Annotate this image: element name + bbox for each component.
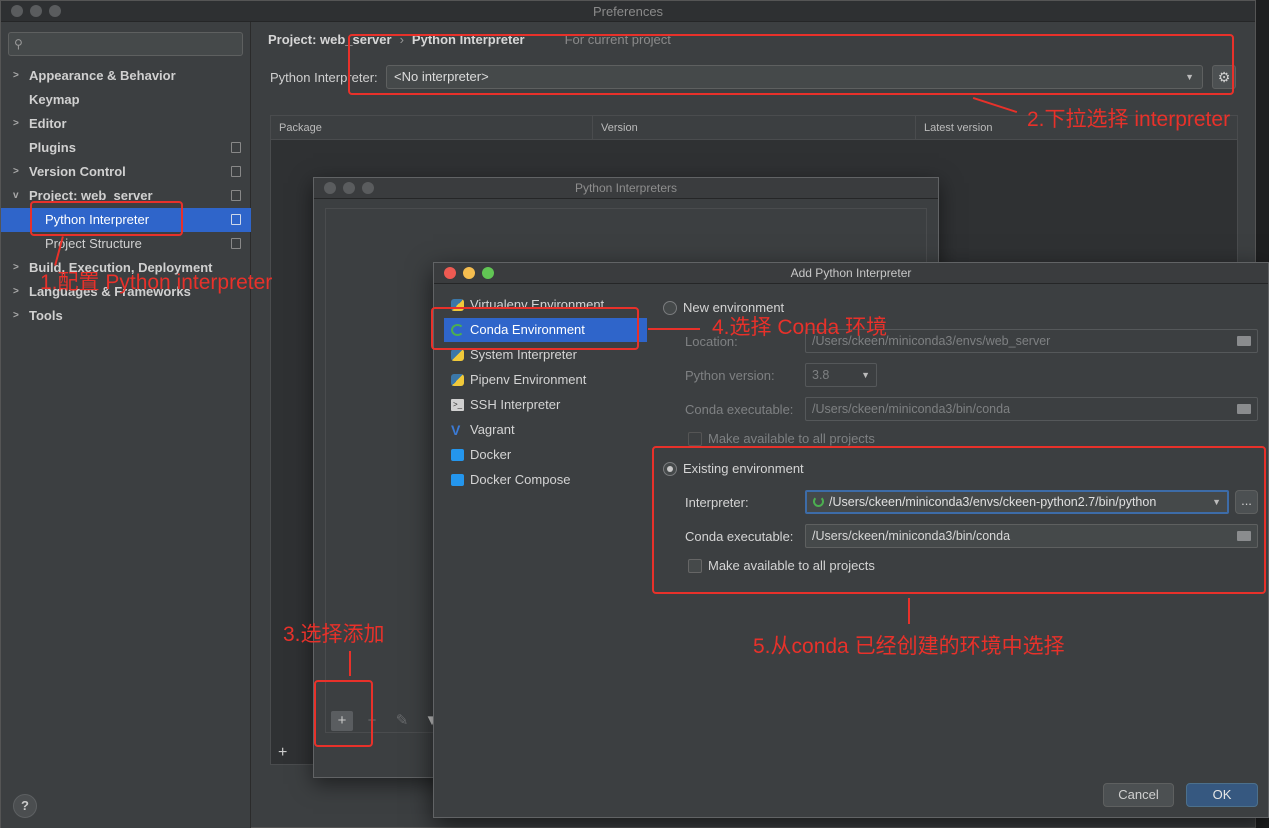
folder-icon[interactable] — [1237, 404, 1251, 414]
new-conda-exec-field[interactable]: /Users/ckeen/miniconda3/bin/conda — [805, 397, 1258, 421]
docker-icon — [451, 449, 464, 461]
annotation-arrow-step5 — [908, 598, 910, 624]
env-item-ssh[interactable]: >_ SSH Interpreter — [444, 393, 647, 417]
sidebar-item-version-control[interactable]: > Version Control — [1, 160, 251, 184]
folder-icon[interactable] — [1237, 336, 1251, 346]
project-scope-icon — [231, 142, 241, 153]
sidebar-item-label: Version Control — [29, 164, 126, 179]
python-version-value: 3.8 — [812, 368, 830, 382]
annotation-step5: 5.从conda 已经创建的环境中选择 — [753, 635, 1065, 658]
ok-button[interactable]: OK — [1186, 783, 1258, 807]
ssh-icon: >_ — [451, 399, 464, 411]
env-item-docker-compose[interactable]: Docker Compose — [444, 468, 647, 492]
close-window-button[interactable] — [11, 5, 23, 17]
docker-icon — [451, 474, 464, 486]
sidebar-item-tools[interactable]: > Tools — [1, 304, 251, 328]
annotation-arrow-step4 — [648, 328, 700, 330]
python-icon — [451, 374, 464, 386]
env-item-docker[interactable]: Docker — [444, 443, 647, 467]
new-conda-exec-label: Conda executable: — [685, 402, 794, 417]
new-make-available-checkbox[interactable] — [688, 432, 702, 446]
close-window-button[interactable] — [324, 182, 336, 194]
dialog-title: Add Python Interpreter — [790, 266, 912, 280]
env-item-label: Docker — [470, 447, 512, 462]
annotation-step2: 2.下拉选择 interpreter — [1027, 108, 1231, 131]
column-header-latest-version[interactable]: Latest version — [924, 122, 992, 134]
env-item-vagrant[interactable]: V Vagrant — [444, 418, 647, 442]
python-version-label: Python version: — [685, 368, 775, 383]
sidebar-item-label: Tools — [29, 308, 63, 323]
python-version-select[interactable]: 3.8 ▼ — [805, 363, 877, 387]
chevron-right-icon: > — [13, 310, 19, 321]
project-scope-icon — [231, 238, 241, 249]
project-scope-icon — [231, 190, 241, 201]
minimize-window-button[interactable] — [343, 182, 355, 194]
project-scope-icon — [231, 214, 241, 225]
new-conda-exec-value: /Users/ckeen/miniconda3/bin/conda — [812, 402, 1011, 416]
env-item-label: SSH Interpreter — [470, 397, 561, 412]
new-make-available-label: Make available to all projects — [708, 431, 875, 446]
env-item-label: Pipenv Environment — [470, 372, 587, 387]
env-item-pipenv[interactable]: Pipenv Environment — [444, 368, 647, 392]
chevron-right-icon: > — [13, 118, 19, 129]
edit-pencil-icon[interactable]: ✎ — [391, 711, 413, 731]
column-header-version[interactable]: Version — [601, 122, 638, 134]
sidebar-item-label: Plugins — [29, 140, 76, 155]
dialog-title: Python Interpreters — [574, 181, 678, 195]
window-controls — [444, 267, 494, 279]
annotation-box-step5 — [652, 446, 1266, 594]
annotation-step4: 4.选择 Conda 环境 — [712, 316, 888, 339]
annotation-box-step2 — [348, 34, 1234, 95]
sidebar-item-keymap[interactable]: Keymap — [1, 88, 251, 112]
dialog-titlebar: Add Python Interpreter — [434, 263, 1268, 284]
chevron-right-icon: > — [13, 70, 19, 81]
sidebar-item-editor[interactable]: > Editor — [1, 112, 251, 136]
env-item-label: Vagrant — [470, 422, 515, 437]
window-controls — [11, 5, 61, 17]
sidebar-item-appearance[interactable]: > Appearance & Behavior — [1, 64, 251, 88]
help-button[interactable]: ? — [13, 794, 37, 818]
window-controls — [324, 182, 374, 194]
new-environment-radio[interactable] — [663, 301, 677, 315]
annotation-box-step1 — [30, 201, 183, 236]
zoom-window-button[interactable] — [362, 182, 374, 194]
settings-sidebar: ⚲ > Appearance & Behavior Keymap > Edito… — [1, 22, 251, 828]
chevron-right-icon: > — [13, 286, 19, 297]
chevron-down-icon: ▼ — [861, 370, 870, 380]
sidebar-item-label: Keymap — [29, 92, 80, 107]
search-icon: ⚲ — [14, 37, 23, 51]
add-package-button[interactable]: + — [278, 744, 287, 762]
sidebar-item-label: Appearance & Behavior — [29, 68, 176, 83]
minimize-window-button[interactable] — [463, 267, 475, 279]
dialog-titlebar: Python Interpreters — [314, 178, 938, 199]
settings-search-input[interactable]: ⚲ — [8, 32, 243, 56]
vagrant-icon: V — [451, 422, 461, 438]
annotation-box-step3 — [314, 680, 373, 747]
chevron-right-icon: > — [13, 262, 19, 273]
zoom-window-button[interactable] — [482, 267, 494, 279]
chevron-right-icon: > — [13, 166, 19, 177]
annotation-arrow-step3 — [349, 651, 351, 676]
sidebar-item-label: Editor — [29, 116, 67, 131]
project-scope-icon — [231, 166, 241, 177]
annotation-step3: 3.选择添加 — [283, 623, 385, 646]
window-titlebar: Preferences — [1, 1, 1255, 22]
annotation-box-step4 — [431, 307, 639, 350]
zoom-window-button[interactable] — [49, 5, 61, 17]
env-item-label: Docker Compose — [470, 472, 571, 487]
minimize-window-button[interactable] — [30, 5, 42, 17]
sidebar-item-plugins[interactable]: Plugins — [1, 136, 251, 160]
close-window-button[interactable] — [444, 267, 456, 279]
column-divider — [915, 116, 916, 140]
python-icon — [451, 349, 464, 361]
cancel-button[interactable]: Cancel — [1103, 783, 1174, 807]
window-title: Preferences — [592, 4, 664, 19]
column-header-package[interactable]: Package — [279, 122, 322, 134]
chevron-down-icon: v — [13, 190, 19, 201]
column-divider — [592, 116, 593, 140]
annotation-step1: 1.配置 Python interpreter — [40, 271, 273, 294]
